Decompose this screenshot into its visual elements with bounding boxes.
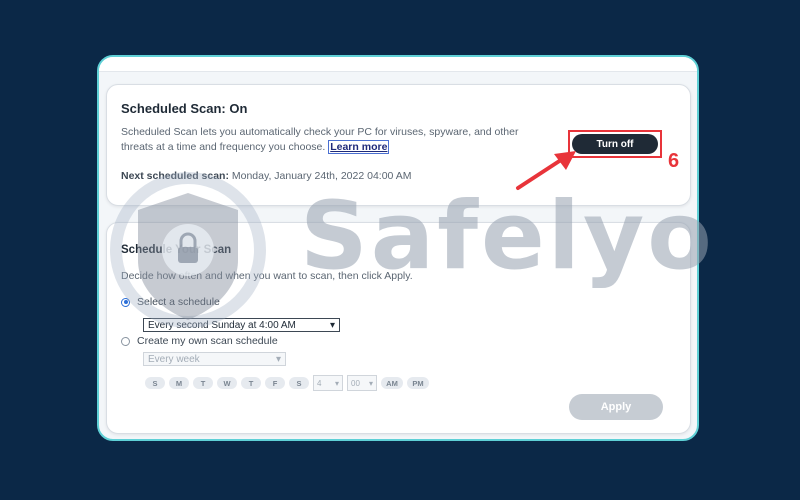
minute-select[interactable]: 00 ▾ xyxy=(347,375,377,391)
schedule-title: Schedule Your Scan xyxy=(121,244,232,256)
annotation-arrow-icon xyxy=(516,151,576,190)
turn-off-button[interactable]: Turn off xyxy=(572,134,658,154)
scheduled-scan-description: Scheduled Scan lets you automatically ch… xyxy=(121,125,546,155)
hour-select[interactable]: 4 ▾ xyxy=(313,375,343,391)
frequency-value: Every week xyxy=(148,353,200,365)
pm-toggle[interactable]: PM xyxy=(407,377,429,389)
schedule-description: Decide how often and when you want to sc… xyxy=(121,270,413,282)
next-scheduled-scan: Next scheduled scan: Monday, January 24t… xyxy=(121,170,411,182)
app-window: Scheduled Scan: On Scheduled Scan lets y… xyxy=(97,55,699,441)
minute-value: 00 xyxy=(351,378,360,388)
day-picker: S M T W T F S 4 ▾ 00 ▾ AM PM xyxy=(145,375,433,391)
chevron-down-icon: ▾ xyxy=(329,319,335,331)
chevron-down-icon: ▾ xyxy=(275,353,281,365)
day-friday[interactable]: F xyxy=(265,377,285,389)
day-saturday[interactable]: S xyxy=(289,377,309,389)
radio-selected-indicator[interactable] xyxy=(121,297,130,307)
radio-select-schedule-label: Select a schedule xyxy=(137,296,220,308)
day-monday[interactable]: M xyxy=(169,377,189,389)
chevron-down-icon: ▾ xyxy=(368,378,373,388)
day-sunday[interactable]: S xyxy=(145,377,165,389)
description-text: Scheduled Scan lets you automatically ch… xyxy=(121,126,519,153)
top-strip xyxy=(99,57,697,72)
chevron-down-icon: ▾ xyxy=(334,378,339,388)
radio-select-schedule[interactable]: Select a schedule xyxy=(121,296,220,308)
turn-off-highlight: Turn off xyxy=(568,130,662,158)
radio-custom-schedule[interactable]: Create my own scan schedule xyxy=(121,335,278,347)
schedule-preset-value: Every second Sunday at 4:00 AM xyxy=(148,319,296,331)
frequency-select[interactable]: Every week ▾ xyxy=(143,352,286,366)
next-scan-label: Next scheduled scan: xyxy=(121,170,229,182)
apply-button[interactable]: Apply xyxy=(569,394,663,420)
step-number-badge: 6 xyxy=(668,150,680,172)
learn-more-link[interactable]: Learn more xyxy=(328,140,390,154)
day-thursday[interactable]: T xyxy=(241,377,261,389)
schedule-your-scan-card: Schedule Your Scan Decide how often and … xyxy=(106,222,691,434)
radio-custom-schedule-label: Create my own scan schedule xyxy=(137,335,278,347)
day-wednesday[interactable]: W xyxy=(217,377,237,389)
next-scan-value: Monday, January 24th, 2022 04:00 AM xyxy=(231,170,412,182)
scheduled-scan-title: Scheduled Scan: On xyxy=(121,101,248,116)
schedule-preset-select[interactable]: Every second Sunday at 4:00 AM ▾ xyxy=(143,318,340,332)
hour-value: 4 xyxy=(317,378,322,388)
am-toggle[interactable]: AM xyxy=(381,377,403,389)
scheduled-scan-card: Scheduled Scan: On Scheduled Scan lets y… xyxy=(106,84,691,206)
day-tuesday[interactable]: T xyxy=(193,377,213,389)
radio-unselected-indicator[interactable] xyxy=(121,336,130,346)
